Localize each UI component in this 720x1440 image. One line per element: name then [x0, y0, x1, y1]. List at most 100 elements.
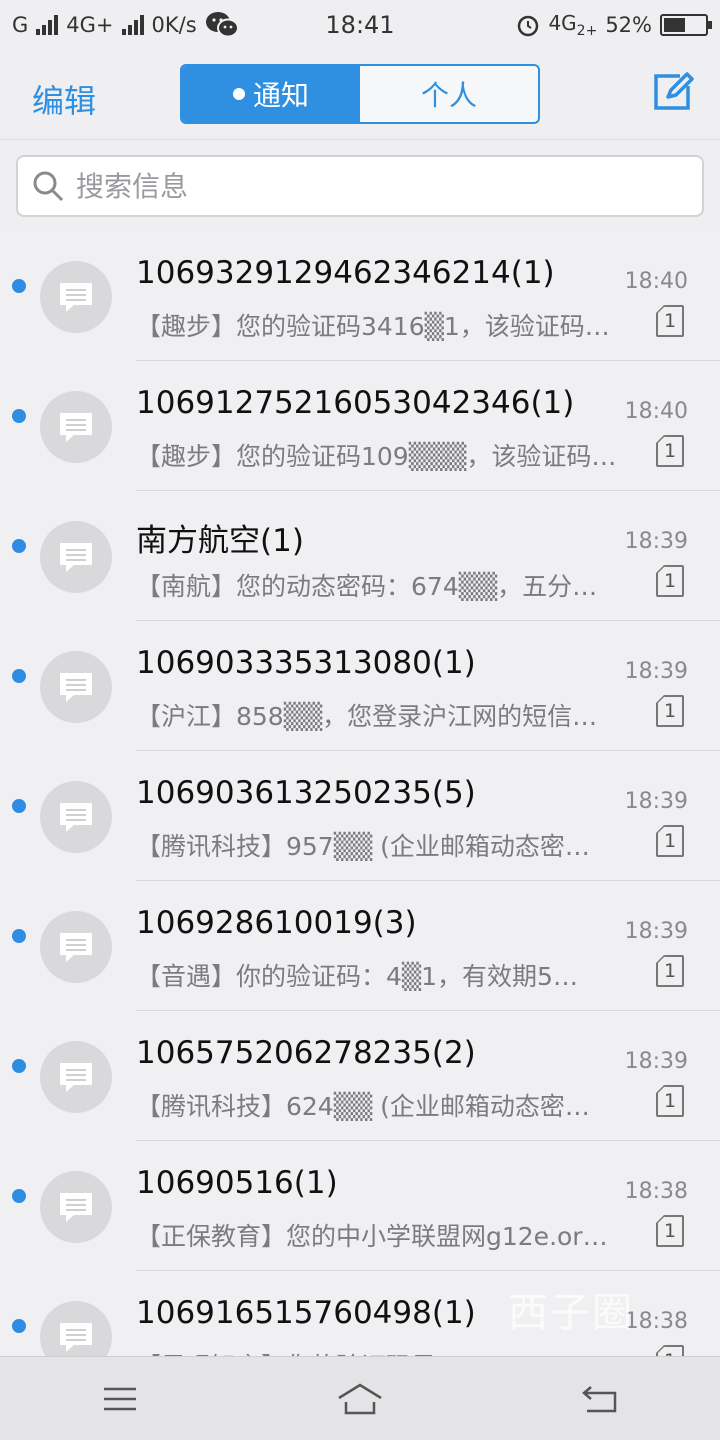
message-preview: 【早唱智言】您的验证码是… [136, 1347, 624, 1356]
sim-card-icon: 1 [656, 1215, 684, 1247]
sim-card-icon: 1 [656, 1085, 684, 1117]
tab-switcher: 通知 个人 [180, 64, 540, 124]
unread-dot [12, 409, 26, 423]
message-bubble-icon [60, 803, 92, 832]
search-input[interactable] [76, 169, 676, 203]
edit-button[interactable]: 编辑 [32, 76, 96, 122]
home-button[interactable] [320, 1369, 400, 1429]
message-time: 18:40 [624, 399, 688, 424]
unread-dot [12, 539, 26, 553]
tab-active-dot [232, 88, 245, 100]
back-icon [582, 1385, 617, 1412]
unread-dot [12, 669, 26, 683]
message-item[interactable]: 106903613250235(5) 18:39 【腾讯科技】957▒▒ (企业… [0, 751, 720, 881]
battery-icon [660, 14, 712, 36]
tab-notifications[interactable]: 通知 [182, 66, 360, 122]
message-item[interactable]: 106932912946234621​4(1) 18:40 【趣步】您的验证码3… [0, 231, 720, 361]
unread-dot [12, 1319, 26, 1333]
sim-number: 1 [663, 1090, 677, 1112]
avatar [40, 391, 112, 463]
message-preview: 【正保教育】您的中小学联盟网g12e.or… [136, 1222, 608, 1251]
message-bubble-icon [60, 1323, 92, 1352]
message-preview: 【腾讯科技】624▒▒ (企业邮箱动态密… [136, 1092, 590, 1121]
home-icon [338, 1383, 382, 1414]
sender-name: 106903613250235(5) [136, 775, 476, 811]
avatar [40, 521, 112, 593]
message-item[interactable]: 南方航空(1) 18:39 【南航】您的动态密码：674▒▒，五分… 1 [0, 491, 720, 621]
avatar [40, 1041, 112, 1113]
carrier-label: G [12, 13, 29, 37]
message-preview: 【沪江】858▒▒，您登录沪江网的短信… [136, 702, 598, 731]
message-preview: 【音遇】你的验证码：4▒1，有效期5… [136, 962, 578, 991]
message-bubble-icon [60, 1063, 92, 1092]
message-item[interactable]: 106575206278235(2) 18:39 【腾讯科技】624▒▒ (企业… [0, 1011, 720, 1141]
message-time: 18:39 [624, 1049, 688, 1074]
watermark: 西子圈 [508, 1290, 634, 1336]
message-item[interactable]: 10690516(1) 18:38 【正保教育】您的中小学联盟网g12e.or…… [0, 1141, 720, 1271]
wechat-icon [205, 12, 239, 38]
sender-name: 106903335313080(1) [136, 645, 476, 681]
unread-dot [12, 1189, 26, 1203]
sim-card-icon: 1 [656, 435, 684, 467]
sender-name: 10690516(1) [136, 1165, 338, 1201]
status-bar: G 4G+ 0K/s 18:41 4G2+ 52% [0, 0, 720, 50]
avatar [40, 261, 112, 333]
message-bubble-icon [60, 543, 92, 572]
message-time: 18:40 [624, 269, 688, 294]
sim-number: 1 [663, 960, 677, 982]
message-preview: 【趣步】您的验证码109▒▒▒，该验证码… [136, 442, 617, 471]
message-preview: 【趣步】您的验证码3416▒1，该验证码… [136, 312, 610, 341]
sender-name: 106575206278235(2) [136, 1035, 476, 1071]
data-speed: 0K/s [151, 13, 197, 37]
message-list: 106932912946234621​4(1) 18:40 【趣步】您的验证码3… [0, 231, 720, 1356]
message-item[interactable]: 106912752160530423​46(1) 18:40 【趣步】您的验证码… [0, 361, 720, 491]
signal-icon [36, 15, 59, 35]
avatar [40, 911, 112, 983]
sender-name: 106932912946234621​4(1) [136, 255, 555, 291]
message-bubble-icon [60, 933, 92, 962]
sim-card-icon: 1 [656, 565, 684, 597]
message-bubble-icon [60, 413, 92, 442]
compose-icon[interactable] [650, 70, 694, 114]
message-preview: 【腾讯科技】957▒▒ (企业邮箱动态密… [136, 832, 590, 861]
tab-label: 个人 [420, 79, 477, 112]
sim-card-icon: 1 [656, 825, 684, 857]
avatar [40, 781, 112, 853]
message-item[interactable]: 106903335313080(1) 18:39 【沪江】858▒▒，您登录沪江… [0, 621, 720, 751]
back-button[interactable] [560, 1369, 640, 1429]
message-time: 18:39 [624, 659, 688, 684]
status-left: G 4G+ 0K/s [12, 11, 239, 39]
message-time: 18:38 [624, 1179, 688, 1204]
status-right: 4G2+ 52% [516, 11, 712, 39]
battery-percent: 52% [605, 13, 652, 37]
menu-button[interactable] [80, 1369, 160, 1429]
network-label-right: 4G2+ [548, 11, 598, 39]
message-time: 18:38 [624, 1309, 688, 1334]
message-time: 18:39 [624, 529, 688, 554]
unread-dot [12, 1059, 26, 1073]
tab-label: 通知 [252, 79, 309, 112]
sim-card-icon: 1 [656, 695, 684, 727]
message-preview: 【南航】您的动态密码：674▒▒，五分… [136, 572, 598, 601]
sim-number: 1 [663, 700, 677, 722]
sim-number: 1 [663, 1220, 677, 1242]
unread-dot [12, 929, 26, 943]
network-label: 4G+ [66, 13, 114, 37]
search-box[interactable] [16, 155, 704, 217]
message-time: 18:39 [624, 919, 688, 944]
message-item[interactable]: 106928610019(3) 18:39 【音遇】你的验证码：4▒1，有效期5… [0, 881, 720, 1011]
unread-dot [12, 799, 26, 813]
sim-card-icon: 1 [656, 955, 684, 987]
unread-dot [12, 279, 26, 293]
sim-card-icon: 1 [656, 305, 684, 337]
avatar [40, 1301, 112, 1356]
sim-number: 1 [663, 440, 677, 462]
sim-number: 1 [663, 310, 677, 332]
alarm-icon [518, 15, 539, 37]
message-bubble-icon [60, 673, 92, 702]
tab-personal[interactable]: 个人 [360, 66, 538, 122]
signal-icon [121, 15, 144, 35]
message-bubble-icon [60, 283, 92, 312]
menu-icon [104, 1387, 136, 1410]
avatar [40, 651, 112, 723]
